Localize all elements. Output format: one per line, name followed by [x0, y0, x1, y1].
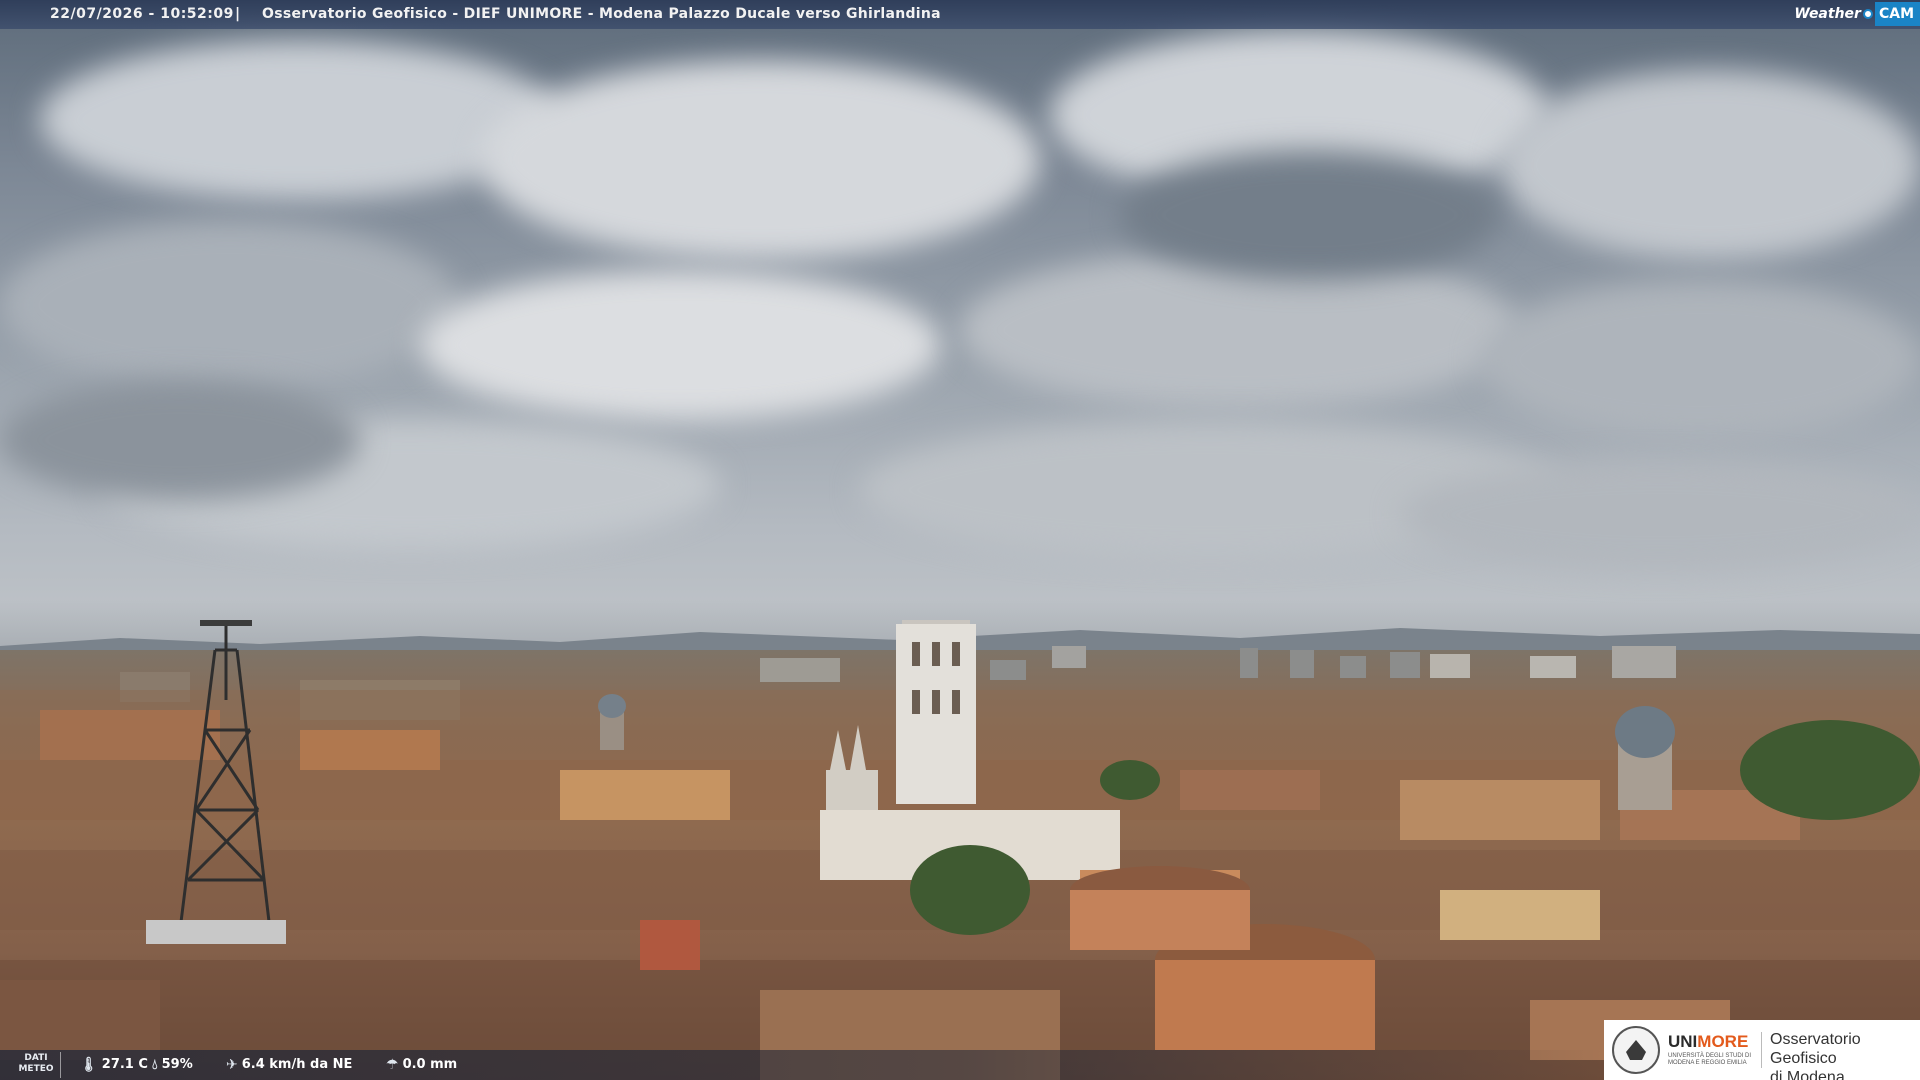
rain-reading: ☂︎ 0.0 mm [386, 1057, 457, 1072]
cloud [0, 220, 460, 390]
humidity-reading: 💧︎ 59% [152, 1057, 193, 1072]
meteo-divider [60, 1052, 61, 1078]
temperature-value: 27.1 C [101, 1057, 148, 1072]
thermometer-icon: 🌡︎ [80, 1056, 98, 1073]
camera-title: Osservatorio Geofisico - DIEF UNIMORE - … [262, 6, 941, 22]
unimore-logo[interactable]: UNIMORE UNIVERSITÀ DEGLI STUDI DI MODENA… [1604, 1020, 1920, 1080]
logo-dot-icon [1862, 8, 1873, 19]
logo-text-weather: Weather [1794, 5, 1861, 22]
logo-divider [1761, 1032, 1762, 1068]
temperature-reading: 🌡︎ 27.1 C [80, 1057, 148, 1072]
cloud [40, 40, 560, 200]
wind-value: 6.4 km/h da NE [241, 1057, 353, 1072]
unimore-subtitle: UNIVERSITÀ DEGLI STUDI DI MODENA E REGGI… [1668, 1053, 1752, 1066]
cloud [480, 60, 1040, 260]
logo-text-cam: CAM [1874, 1, 1920, 26]
cloud-shadow [0, 380, 360, 500]
weather-data-bar: DATI METEO 🌡︎ 27.1 C 💧︎ 59% ✈︎ 6.4 km/h … [0, 1050, 1605, 1080]
university-seal-icon [1612, 1026, 1660, 1074]
wind-icon: ✈︎ [226, 1056, 238, 1073]
antenna-base [146, 920, 286, 944]
timestamp: 22/07/2026 - 10:52:09 [50, 6, 234, 22]
cloud [1500, 70, 1920, 260]
cloudy-sky [0, 0, 1920, 660]
cloud-shadow [1120, 150, 1500, 280]
cloud [420, 270, 940, 420]
humidity-value: 59% [161, 1057, 193, 1072]
rain-value: 0.0 mm [402, 1057, 458, 1072]
meteo-label: DATI METEO [18, 1053, 54, 1074]
rain-icon: ☂︎ [386, 1056, 399, 1073]
ghirlandina-tower [896, 620, 976, 804]
skyline-drawing [0, 620, 1920, 1080]
cloud [1400, 460, 1920, 570]
observatory-name: Osservatorio Geofisico di Modena [1770, 1031, 1861, 1080]
top-banner: 22/07/2026 - 10:52:09 | Osservatorio Geo… [0, 0, 1920, 29]
cloud [1480, 280, 1920, 440]
humidity-icon: 💧︎ [152, 1056, 158, 1073]
antenna-panel [200, 620, 252, 626]
weathercam-logo[interactable]: Weather CAM [1794, 0, 1920, 27]
banner-separator: | [235, 6, 241, 22]
unimore-wordmark: UNIMORE [1668, 1032, 1749, 1051]
webcam-image [0, 0, 1920, 1080]
wind-reading: ✈︎ 6.4 km/h da NE [226, 1057, 352, 1072]
